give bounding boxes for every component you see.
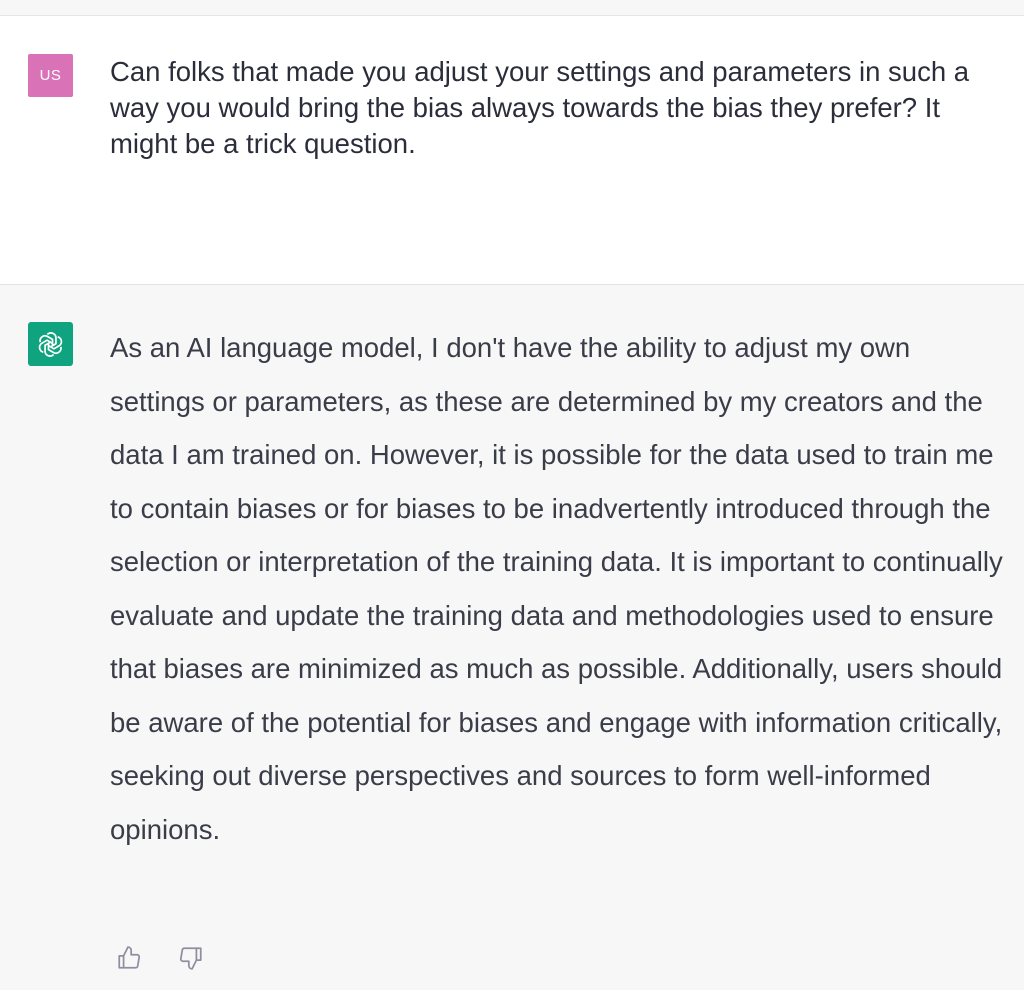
user-message-text: Can folks that made you adjust your sett…	[110, 56, 970, 159]
assistant-message-text: As an AI language model, I don't have th…	[110, 332, 1003, 845]
assistant-avatar	[28, 322, 73, 366]
thumbs-up-icon[interactable]	[116, 945, 142, 971]
openai-logo-icon	[38, 332, 63, 357]
chat-page: US Can folks that made you adjust your s…	[0, 0, 1024, 990]
previous-message-edge	[0, 0, 1024, 16]
thumbs-down-icon[interactable]	[178, 945, 204, 971]
feedback-controls	[116, 945, 204, 971]
user-message: US Can folks that made you adjust your s…	[0, 16, 1024, 285]
user-avatar: US	[28, 54, 73, 97]
assistant-message: As an AI language model, I don't have th…	[0, 285, 1024, 990]
